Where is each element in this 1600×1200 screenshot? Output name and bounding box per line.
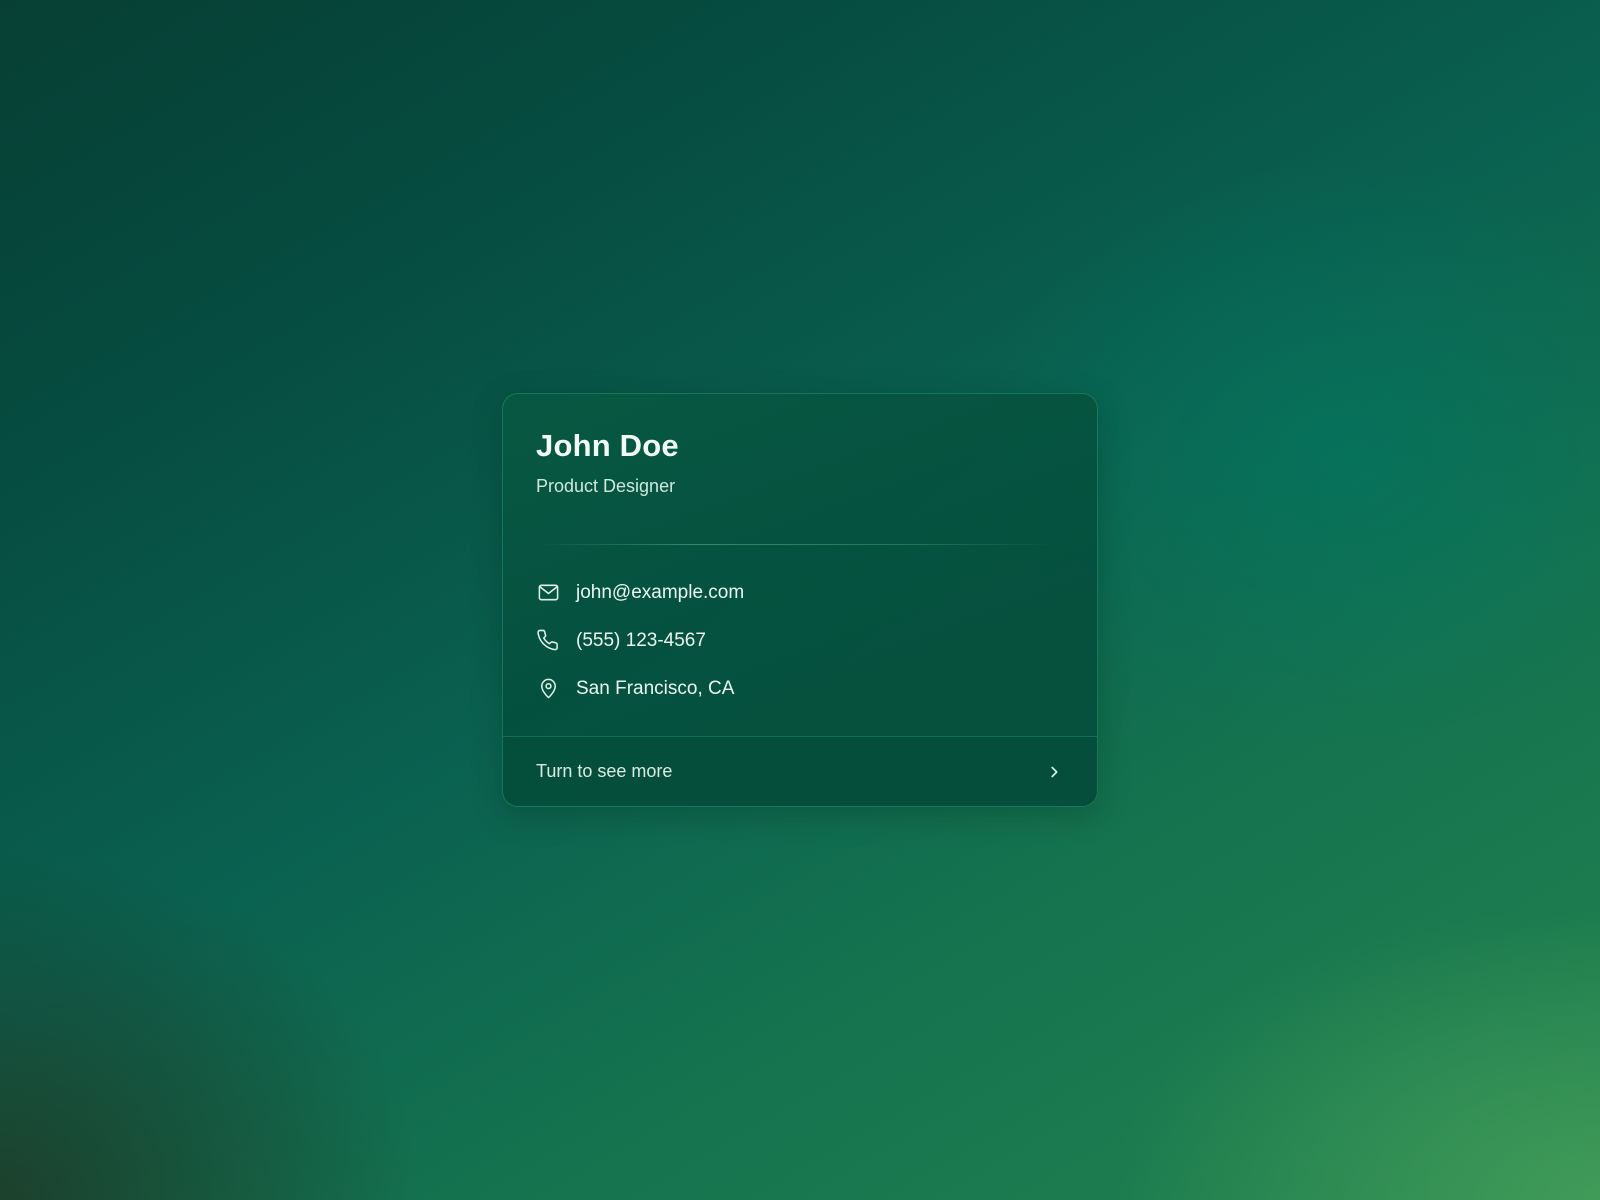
person-title: Product Designer [536, 476, 676, 496]
contact-phone[interactable]: (555) 123-4567 [536, 628, 744, 652]
contact-list: john@example.com (555) 123-4567 San Fran… [536, 580, 744, 724]
phone-icon [536, 628, 560, 652]
card-header: John Doe Product Designer [536, 430, 679, 495]
divider [536, 544, 1064, 545]
business-card[interactable]: John Doe Product Designer john@example.c… [502, 393, 1098, 807]
map-pin-icon [536, 676, 560, 700]
contact-location[interactable]: San Francisco, CA [536, 676, 744, 700]
phone-text: (555) 123-4567 [576, 629, 706, 651]
mail-icon [536, 580, 560, 604]
person-name: John Doe [536, 428, 679, 463]
chevron-right-icon [1044, 762, 1064, 782]
contact-email[interactable]: john@example.com [536, 580, 744, 604]
flip-card-button[interactable]: Turn to see more [503, 736, 1097, 806]
flip-card-label: Turn to see more [536, 761, 673, 781]
location-text: San Francisco, CA [576, 677, 735, 699]
email-text: john@example.com [576, 581, 745, 603]
